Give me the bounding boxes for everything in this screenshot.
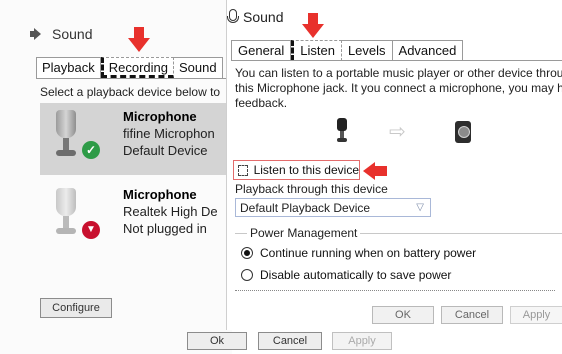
device-status: Not plugged in [123, 221, 207, 236]
check-icon: ✓ [82, 141, 100, 159]
listen-description: You can listen to a portable music playe… [235, 66, 562, 111]
listen-to-device-checkbox-row[interactable]: Listen to this device [233, 160, 360, 180]
properties-apply-button[interactable]: Apply [510, 306, 562, 324]
group-bottom-border [235, 290, 555, 293]
chevron-down-icon: ▽ [416, 202, 424, 213]
sound-dialog-tabs: Playback Recording Sound [36, 57, 223, 78]
down-arrow-icon: ▼ [82, 221, 100, 239]
tab-advanced[interactable]: Advanced [392, 40, 464, 61]
annotation-arrow-listen-tab [302, 13, 324, 39]
tab-sounds[interactable]: Sound [174, 57, 223, 78]
tab-general[interactable]: General [231, 40, 292, 61]
properties-title: Sound [243, 9, 284, 25]
playback-device-select[interactable]: Default Playback Device ▽ [235, 198, 431, 217]
listen-to-device-checkbox[interactable] [238, 164, 248, 176]
listen-to-device-label: Listen to this device [253, 163, 359, 177]
sound-dialog-titlebar: Sound [30, 26, 92, 42]
tab-divider [36, 78, 232, 79]
properties-tabs: General Listen Levels Advanced [231, 40, 464, 61]
device-list-item-fifine[interactable]: ✓ Microphone fifine Microphon Default De… [40, 103, 232, 175]
annotation-arrow-listen-checkbox [363, 161, 387, 181]
microphone-properties-dialog: Sound General Listen Levels Advanced You… [226, 0, 562, 330]
apply-button[interactable]: Apply [332, 332, 392, 350]
properties-cancel-button[interactable]: Cancel [441, 306, 503, 324]
tab-listen[interactable]: Listen [291, 40, 342, 61]
properties-titlebar: Sound [227, 9, 283, 25]
device-list-hint: Select a playback device below to [40, 85, 221, 99]
playback-device-label: Playback through this device [235, 182, 388, 196]
tab-playback[interactable]: Playback [36, 57, 101, 78]
annotation-arrow-recording-tab [128, 27, 150, 53]
microphone-icon [337, 118, 347, 144]
radio-continue-running[interactable]: Continue running when on battery power [241, 246, 476, 260]
radio-button-selected[interactable] [241, 247, 253, 259]
device-name: Microphone [123, 187, 197, 202]
listen-description-line: feedback. [235, 96, 288, 110]
power-management-legend: Power Management [247, 226, 361, 240]
sound-dialog-background: Sound Playback Recording Sound Select a … [0, 0, 232, 354]
arrow-right-icon: ⇨ [389, 121, 406, 143]
microphone-icon [227, 9, 239, 25]
device-description: fifine Microphon [123, 126, 215, 141]
tab-levels[interactable]: Levels [341, 40, 393, 61]
tab-recording[interactable]: Recording [100, 57, 175, 78]
tab-divider [231, 60, 562, 61]
microphone-icon [56, 110, 76, 158]
device-list-item-realtek[interactable]: ▼ Microphone Realtek High De Not plugged… [40, 181, 232, 253]
playback-device-value: Default Playback Device [240, 201, 371, 215]
speaker-device-icon [455, 121, 471, 143]
properties-ok-button[interactable]: OK [372, 306, 434, 324]
device-name: Microphone [123, 109, 197, 124]
radio-button[interactable] [241, 269, 253, 281]
sound-dialog-title: Sound [52, 26, 93, 42]
configure-button[interactable]: Configure [40, 298, 112, 318]
radio-disable-automatically[interactable]: Disable automatically to save power [241, 268, 451, 282]
power-management-group: Power Management Continue running when o… [235, 226, 562, 299]
device-status: Default Device [123, 143, 208, 158]
device-description: Realtek High De [123, 204, 218, 219]
listen-description-line: You can listen to a portable music playe… [235, 66, 562, 80]
microphone-icon [56, 188, 76, 236]
ok-button[interactable]: Ok [187, 332, 247, 350]
cancel-button[interactable]: Cancel [258, 332, 322, 350]
listen-description-line: this Microphone jack. It you connect a m… [235, 81, 562, 95]
listen-illustration: ⇨ [327, 118, 477, 148]
speaker-icon [30, 28, 44, 40]
radio-label: Disable automatically to save power [260, 268, 452, 282]
radio-label: Continue running when on battery power [260, 246, 477, 260]
